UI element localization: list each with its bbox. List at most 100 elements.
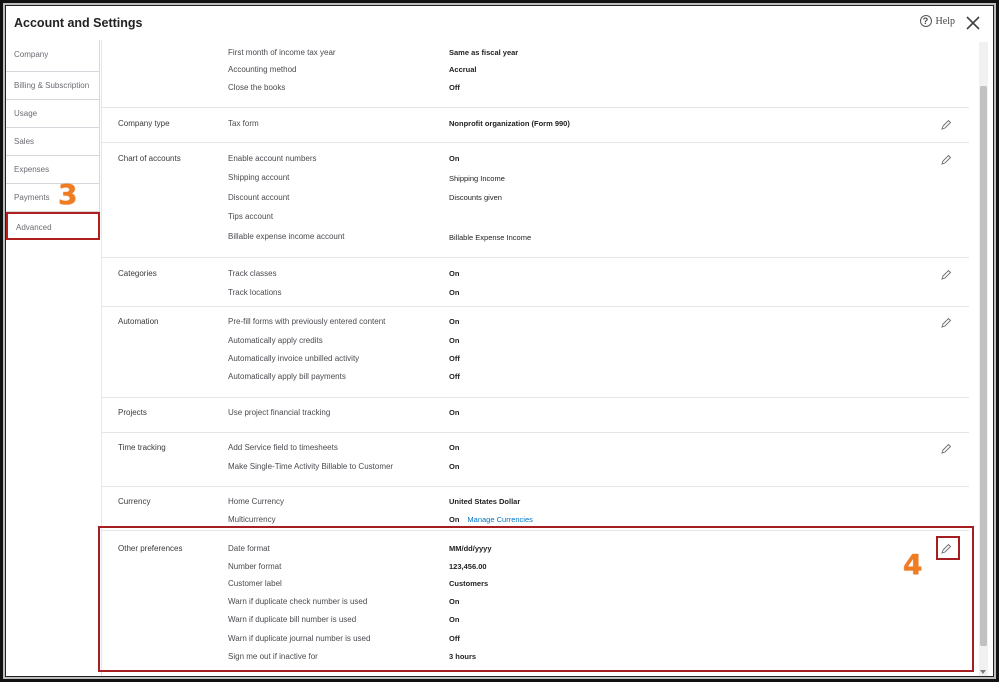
section-title: Company type [118,119,170,128]
section-categories[interactable]: Categories Track classes On Track locati… [102,257,969,307]
row-label: Track classes [228,269,277,278]
row-value: On [449,269,460,278]
help-icon: ? [919,15,932,27]
section-title: Projects [118,408,147,417]
row-label: Warn if duplicate journal number is used [228,634,371,643]
row-label: First month of income tax year [228,48,336,57]
row-value: Accrual [449,65,477,74]
row-label: Pre-fill forms with previously entered c… [228,317,386,326]
section-title: Other preferences [118,544,183,553]
sidebar-item-company[interactable]: Company [6,40,100,72]
row-value: United States Dollar [449,497,521,506]
section-projects[interactable]: Projects Use project financial tracking … [102,397,969,433]
sidebar-item-label: Payments [14,193,50,202]
sidebar-item-billing[interactable]: Billing & Subscription [6,72,100,100]
row-label: Warn if duplicate check number is used [228,597,368,606]
sidebar-item-usage[interactable]: Usage [6,100,100,128]
section-other-preferences[interactable]: Other preferences Date format MM/dd/yyyy… [102,530,969,676]
row-label: Tips account [228,212,274,221]
row-label: Accounting method [228,65,297,74]
row-label: Close the books [228,83,286,92]
row-value: Off [449,83,460,92]
sidebar-item-sales[interactable]: Sales [6,128,100,156]
scrollbar-thumb[interactable] [980,86,987,646]
sidebar-item-label: Advanced [16,223,52,232]
settings-content: First month of income tax year Same as f… [101,40,980,676]
row-label: Use project financial tracking [228,408,331,417]
row-label: Warn if duplicate bill number is used [228,615,357,624]
row-value: On [449,462,460,471]
sidebar-item-label: Expenses [14,165,50,174]
row-label: Customer label [228,579,282,588]
row-value: On [449,408,460,417]
edit-pencil-icon[interactable] [940,543,952,555]
row-label: Add Service field to timesheets [228,443,338,452]
step-3-annotation: 3 [58,178,78,211]
edit-pencil-icon[interactable] [940,154,952,166]
row-value: Off [449,372,460,381]
sidebar-item-label: Billing & Subscription [14,81,90,90]
row-value: Discounts given [449,193,502,202]
section-title: Chart of accounts [118,154,181,163]
row-label: Shipping account [228,173,290,182]
sidebar-item-label: Company [14,50,49,59]
section-time-tracking[interactable]: Time tracking Add Service field to times… [102,432,969,487]
row-label: Track locations [228,288,282,297]
close-icon[interactable] [965,15,981,31]
sidebar-item-advanced[interactable]: Advanced [6,212,100,240]
section-title: Automation [118,317,159,326]
row-label: Number format [228,562,282,571]
row-value: MM/dd/yyyy [449,544,492,553]
edit-pencil-icon[interactable] [940,119,952,131]
edit-pencil-icon[interactable] [940,443,952,455]
row-label: Automatically apply credits [228,336,323,345]
help-label: Help [935,15,955,27]
row-label: Sign me out if inactive for [228,652,318,661]
row-value: On Manage Currencies [449,515,533,524]
help-link[interactable]: ? Help [919,15,955,27]
row-value: 123,456.00 [449,562,487,571]
scroll-down-arrow-icon[interactable] [980,670,986,674]
row-value: Customers [449,579,489,588]
row-label: Automatically apply bill payments [228,372,346,381]
section-accounting[interactable]: First month of income tax year Same as f… [102,40,969,108]
row-value: On [449,336,460,345]
row-value: Same as fiscal year [449,48,519,57]
row-label: Tax form [228,119,259,128]
row-label: Multicurrency [228,515,276,524]
row-value: Nonprofit organization (Form 990) [449,119,570,128]
row-label: Home Currency [228,497,285,506]
section-title: Currency [118,497,151,506]
edit-pencil-icon[interactable] [940,317,952,329]
window-header: Account and Settings ? Help [6,6,993,42]
settings-sidebar: Company Billing & Subscription Usage Sal… [6,40,100,240]
section-currency[interactable]: Currency Home Currency United States Dol… [102,486,969,531]
row-value: On [449,154,460,163]
section-title: Categories [118,269,157,278]
step-4-annotation: 4 [903,548,923,581]
sidebar-item-expenses[interactable]: Expenses [6,156,100,184]
row-label: Enable account numbers [228,154,317,163]
section-chart-of-accounts[interactable]: Chart of accounts Enable account numbers… [102,142,969,258]
sidebar-item-label: Sales [14,137,35,146]
sidebar-item-label: Usage [14,109,38,118]
row-value: On [449,597,460,606]
row-label: Date format [228,544,270,553]
section-title: Time tracking [118,443,166,452]
row-value: Billable Expense Income [449,233,532,242]
row-label: Billable expense income account [228,232,345,241]
content-scrollbar[interactable] [979,42,988,676]
row-label: Discount account [228,193,290,202]
row-value: On [449,317,460,326]
row-value: Off [449,354,460,363]
section-automation[interactable]: Automation Pre-fill forms with previousl… [102,306,969,398]
account-settings-window: Account and Settings ? Help Company Bill… [6,6,993,676]
sidebar-item-payments[interactable]: Payments [6,184,100,212]
manage-currencies-link[interactable]: Manage Currencies [467,515,532,524]
multicurrency-status: On [449,515,460,524]
window-title: Account and Settings [14,16,143,30]
row-label: Automatically invoice unbilled activity [228,354,360,363]
edit-pencil-icon[interactable] [940,269,952,281]
section-company-type[interactable]: Company type Tax form Nonprofit organiza… [102,107,969,143]
row-value: 3 hours [449,652,477,661]
